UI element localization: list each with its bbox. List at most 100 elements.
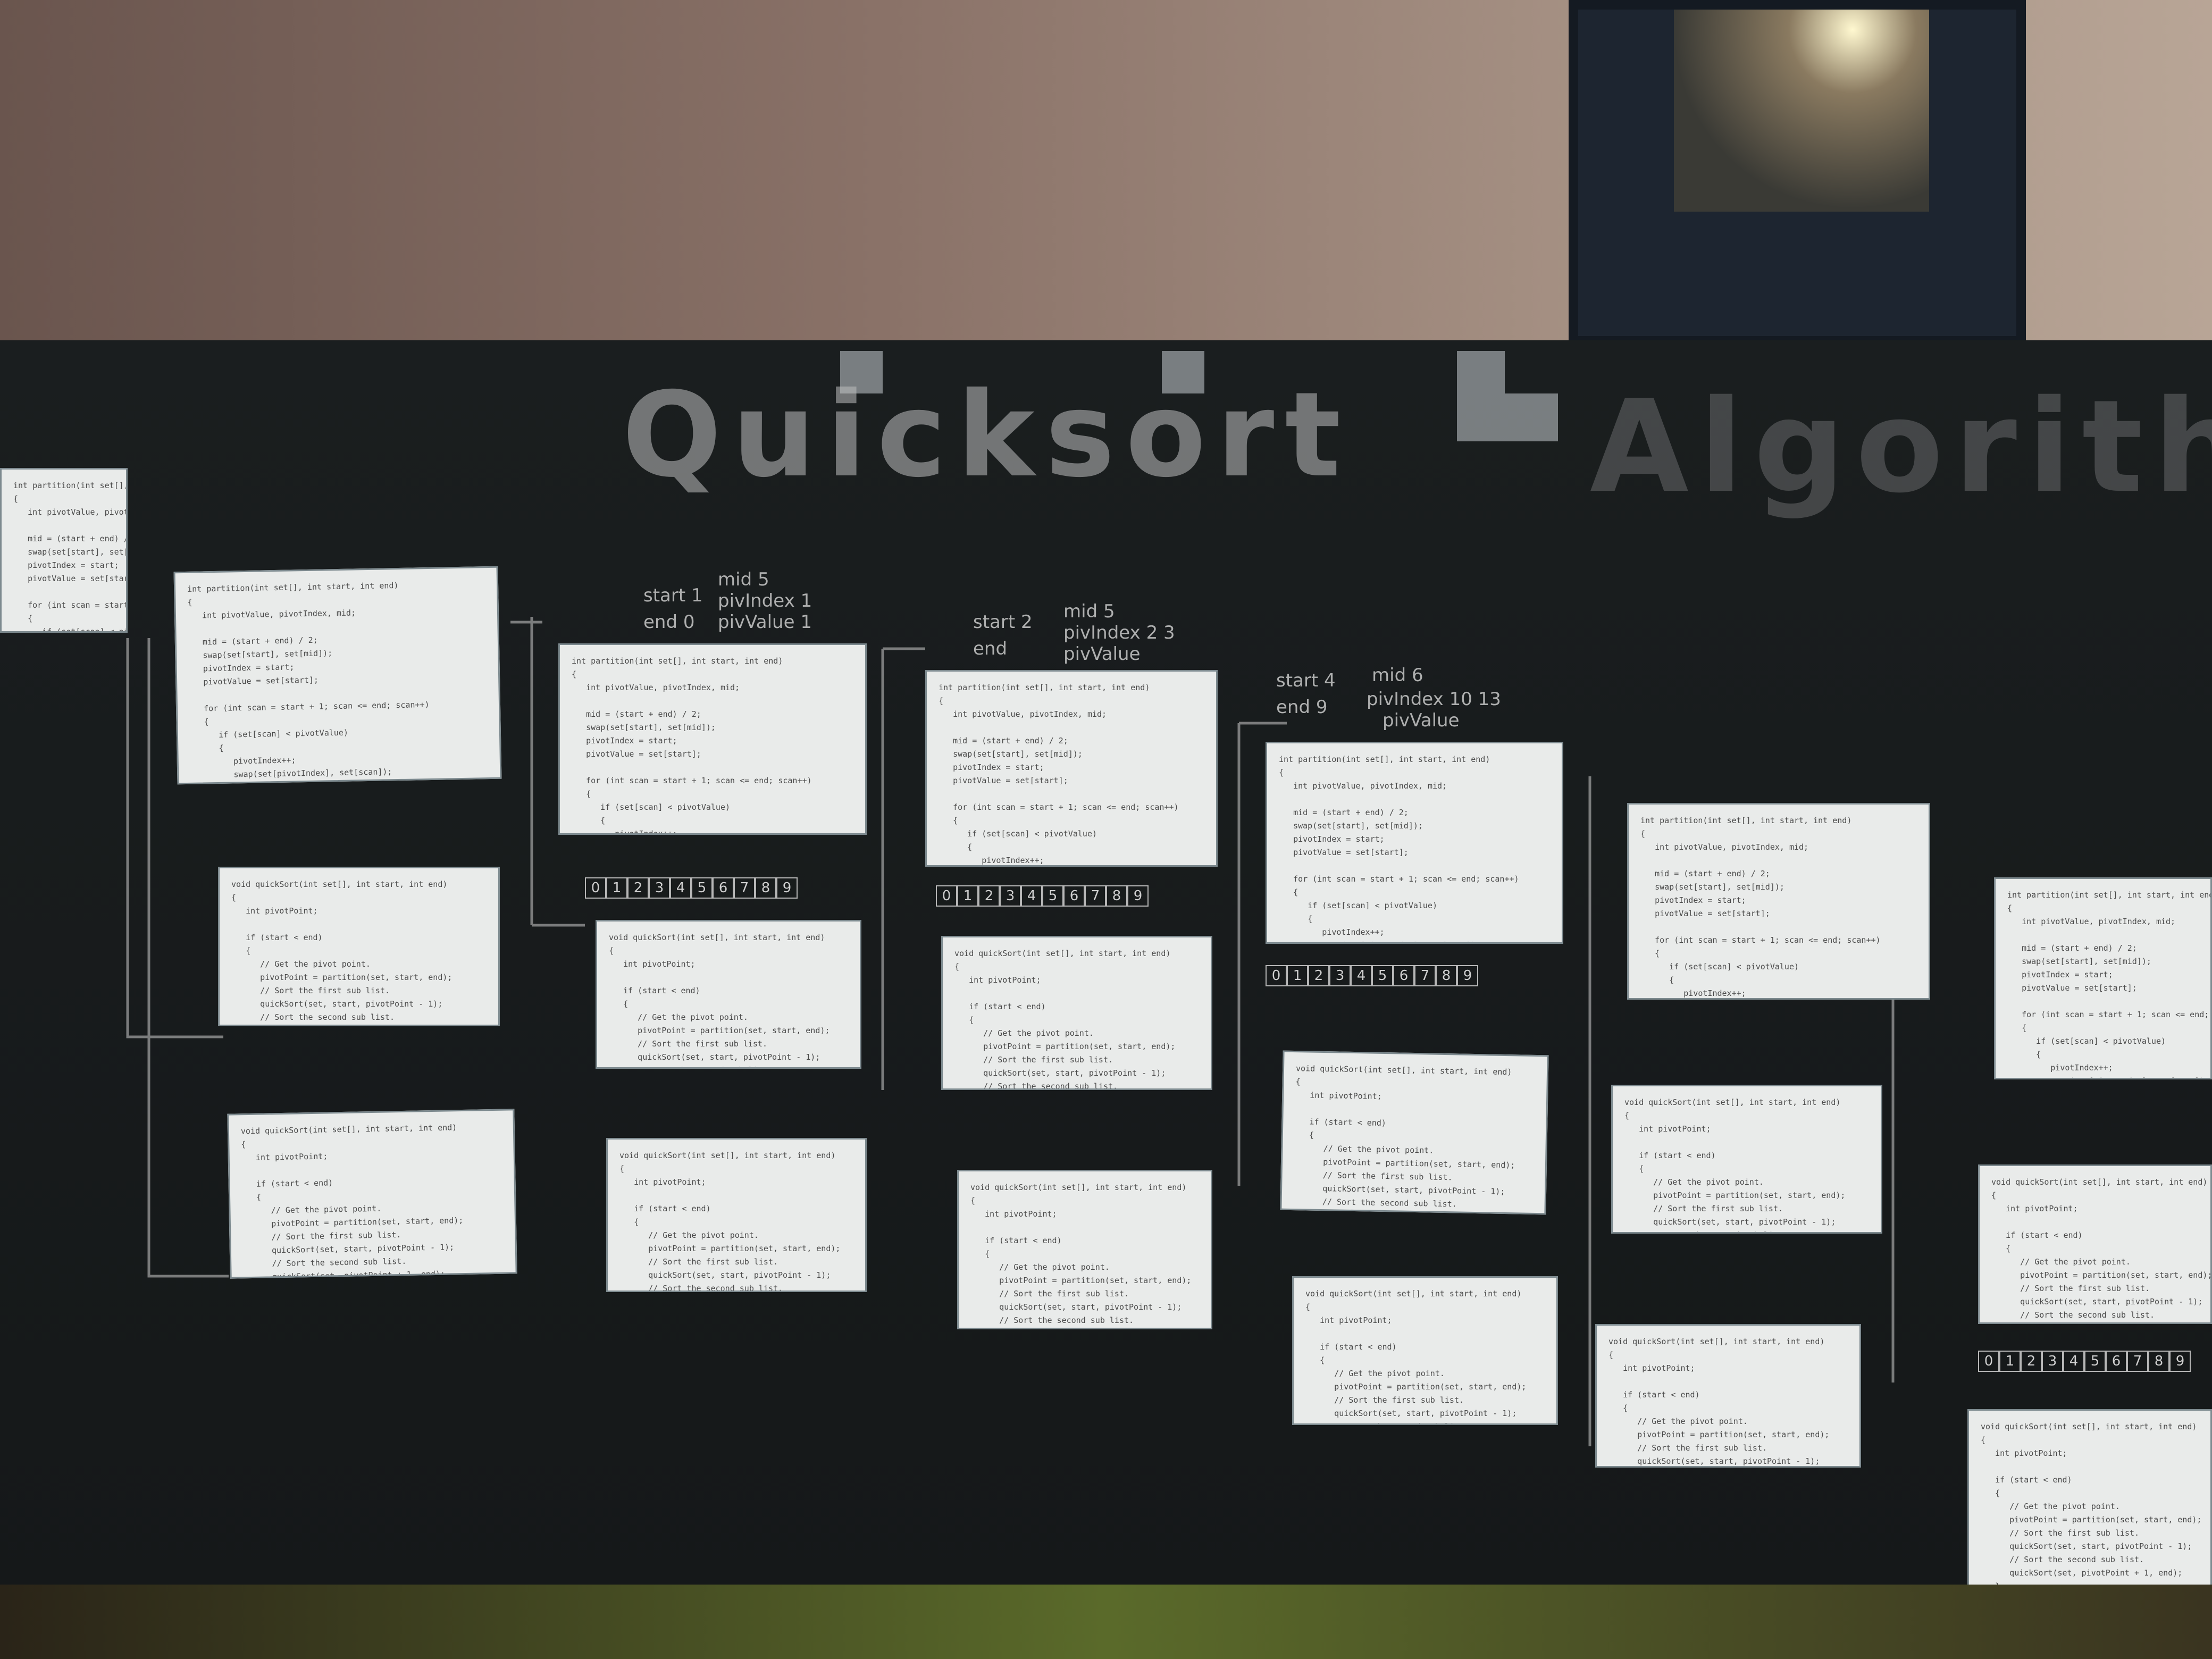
code-line: quickSort(set, start, pivotPoint - 1); — [1624, 1217, 1836, 1227]
code-line: pivotPoint = partition(set, start, end); — [1991, 1270, 2212, 1280]
code-card-quicksort: void quickSort(int set[], int start, int… — [227, 1109, 517, 1279]
code-card-quicksort: void quickSort(int set[], int start, int… — [1280, 1050, 1549, 1215]
code-line: { — [1305, 1355, 1325, 1365]
code-line: // Sort the second sub list. — [619, 1284, 783, 1292]
code-card-partition: int partition(int set[], int start, int … — [925, 670, 1218, 867]
array-cell: 8 — [1106, 885, 1127, 907]
chalk-label-pivindex: pivIndex 1 — [718, 590, 812, 611]
code-line: int partition(int set[], int start, int … — [13, 481, 128, 490]
code-line: { — [13, 494, 19, 504]
code-line: // Get the pivot point. — [970, 1262, 1110, 1272]
code-line: pivotPoint = partition(set, start, end); — [1624, 1191, 1846, 1200]
chalk-label-end-text: end — [643, 611, 678, 633]
chalk-label-pivindex-3: pivIndex 10 13 — [1367, 689, 1501, 710]
array-cell: 7 — [734, 877, 755, 899]
code-line: // Sort the second sub list. — [954, 1082, 1118, 1090]
chalk-label-pivindex-2: pivIndex 2 3 — [1063, 622, 1175, 643]
code-line: { — [1991, 1244, 2011, 1253]
code-line: { — [1279, 887, 1298, 897]
code-line: { — [954, 962, 960, 971]
code-line: { — [1991, 1191, 1997, 1200]
code-line: if (start < end) — [1624, 1151, 1716, 1160]
code-line: { — [609, 999, 629, 1009]
code-line: if (set[scan] < pivotValue) — [1640, 962, 1799, 971]
code-line: if (set[scan] < pivotValue) — [572, 802, 731, 812]
code-line: // Get the pivot point. — [609, 1012, 748, 1022]
array-cell: 1 — [957, 885, 978, 907]
code-line: quickSort(set, pivotPoint + 1, end); — [1981, 1568, 2183, 1578]
code-line: swap(set[pivotIndex], set[scan]); — [1279, 939, 1550, 942]
array-cell: 1 — [1999, 1351, 2021, 1372]
code-line: int pivotValue, pivotIndex, mid; — [572, 683, 740, 692]
array-cell: 4 — [1351, 965, 1372, 986]
code-card-quicksort: void quickSort(int set[], int start, int… — [1978, 1164, 2212, 1324]
array-cell: 9 — [776, 877, 798, 899]
chalk-pivindex-value: 1 — [800, 590, 812, 611]
code-line: { — [939, 696, 944, 706]
chalk-label-pivvalue-3-text: pivValue — [1382, 710, 1460, 731]
code-line: mid = (start + end) / 2; — [2007, 943, 2137, 953]
code-line: swap(set[pivotIndex], set[scan]); — [2007, 1075, 2209, 1078]
chalk-label-mid: mid 5 — [718, 569, 769, 590]
chalk-label-start-3: start 4 — [1276, 670, 1336, 691]
code-line: void quickSort(int set[], int start, int… — [1608, 1337, 1825, 1346]
code-line: pivotPoint = partition(set, start, end); — [1305, 1382, 1527, 1392]
code-card-partition: int partition(int set[], int start, int … — [1627, 803, 1930, 1000]
chalk-label-end-2-text: end — [973, 638, 1008, 659]
code-card-quicksort: void quickSort(int set[], int start, int… — [941, 936, 1212, 1090]
array-cell: 6 — [2106, 1351, 2127, 1372]
chalk-label-pivindex-3-text: pivIndex — [1367, 689, 1444, 710]
chalk-end-3-value: 9 — [1316, 697, 1328, 718]
photo-scene: Quicksort Algorithm start 1 end 0 mid 5 … — [0, 0, 2212, 1659]
array-cell: 2 — [978, 885, 1000, 907]
code-line: // Sort the second sub list. — [1305, 1420, 1545, 1423]
array-cell: 1 — [1287, 965, 1308, 986]
code-line: pivotIndex = start; — [2007, 970, 2113, 979]
code-line: quickSort(set, start, pivotPoint - 1); — [609, 1052, 820, 1062]
code-line: { — [2007, 1023, 2027, 1033]
array-cell: 3 — [1329, 965, 1351, 986]
array-cell: 3 — [2042, 1351, 2063, 1372]
array-cell: 5 — [1372, 965, 1393, 986]
code-line: pivotPoint = partition(set, start, end); — [609, 1026, 830, 1035]
code-line: mid = (start + end) / 2; — [1279, 808, 1409, 817]
chalk-label-pivindex-2-text: pivIndex — [1063, 622, 1141, 643]
chalk-label-pivvalue-text: pivValue — [718, 611, 795, 633]
chalk-start-2-value: 2 — [1021, 611, 1033, 633]
code-line: // Get the pivot point. — [1981, 1502, 2120, 1511]
array-cell: 7 — [1414, 965, 1436, 986]
code-line: pivotIndex++; — [2007, 1063, 2113, 1073]
array-cell: 8 — [1436, 965, 1457, 986]
array-cell: 5 — [2084, 1351, 2106, 1372]
chalk-array-4: 0123456789 — [1978, 1351, 2191, 1372]
code-line: swap(set[start], set[mid]); — [2007, 957, 2151, 966]
code-line: pivotValue = set[start]; — [572, 749, 701, 759]
code-line: for (int scan = start + 1; scan <= end; … — [939, 802, 1179, 812]
array-cell: 6 — [1063, 885, 1085, 907]
code-line: { — [1305, 1302, 1311, 1312]
array-cell: 0 — [936, 885, 957, 907]
code-line: // Sort the first sub list. — [1624, 1204, 1783, 1213]
code-line: { — [1608, 1403, 1628, 1413]
chalk-label-mid-3-text: mid — [1372, 665, 1406, 686]
chalk-start-3-value: 4 — [1324, 670, 1336, 691]
code-line: if (start < end) — [954, 1002, 1046, 1011]
code-line: // Sort the first sub list. — [970, 1289, 1129, 1298]
code-line: void quickSort(int set[], int start, int… — [970, 1183, 1187, 1192]
code-line: for (int scan = start + 1; scan <= end; … — [28, 600, 128, 610]
code-line: { — [619, 1164, 625, 1174]
code-line: // Get the pivot point. — [619, 1230, 759, 1240]
code-line: // Get the pivot point. — [1305, 1369, 1445, 1378]
code-line: int pivotPoint; — [231, 906, 318, 916]
code-line: // Get the pivot point. — [231, 959, 371, 969]
